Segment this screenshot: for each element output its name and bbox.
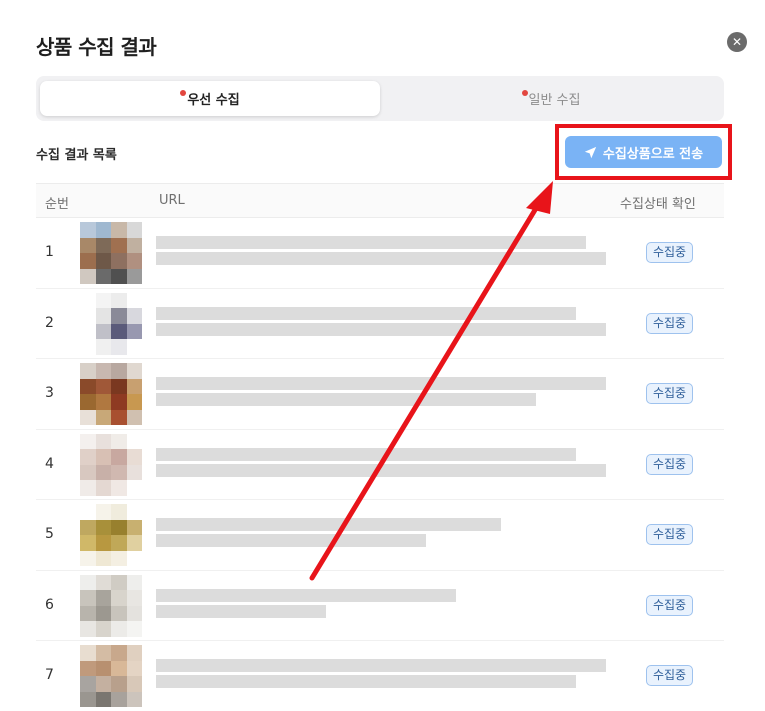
notification-dot — [521, 89, 528, 96]
collection-result-modal: 상품 수집 결과 ✕ 우선 수집 일반 수집 수집 결과 목록 수집상품으로 전… — [0, 0, 765, 711]
list-title: 수집 결과 목록 — [36, 148, 117, 163]
product-url-blurred[interactable] — [156, 588, 606, 623]
column-header-url: URL — [159, 193, 185, 208]
row-number: 3 — [45, 385, 54, 401]
product-url-blurred[interactable] — [156, 447, 606, 482]
product-url-blurred[interactable] — [156, 518, 606, 552]
send-to-products-button[interactable]: 수집상품으로 전송 — [565, 136, 722, 168]
product-thumbnail — [80, 292, 142, 355]
product-url-blurred[interactable] — [156, 659, 606, 693]
results-table: 순번 URL 수집상태 확인 1 수집중 2 수집중 3 수집중 4 수집중 5 수집중 6 수집중 7… — [36, 183, 724, 711]
product-url-blurred[interactable] — [156, 306, 606, 341]
row-number: 5 — [45, 526, 54, 542]
close-icon[interactable]: ✕ — [727, 32, 747, 52]
tab-bar: 우선 수집 일반 수집 — [36, 76, 724, 121]
modal-title: 상품 수집 결과 — [36, 35, 157, 59]
product-thumbnail — [80, 222, 142, 284]
status-badge[interactable]: 수집중 — [646, 312, 693, 334]
status-badge[interactable]: 수집중 — [646, 453, 693, 475]
table-header: 순번 URL 수집상태 확인 — [36, 183, 724, 218]
row-number: 6 — [45, 596, 54, 613]
send-icon — [584, 146, 597, 158]
product-thumbnail — [80, 645, 142, 707]
table-row: 3 수집중 — [36, 359, 724, 430]
row-number: 4 — [45, 455, 54, 472]
product-thumbnail — [80, 363, 142, 425]
column-header-number: 순번 — [45, 197, 69, 212]
highlight-box: 수집상품으로 전송 — [555, 124, 732, 180]
tab-label: 우선 수집 — [187, 93, 240, 108]
notification-dot — [180, 89, 187, 96]
row-number: 1 — [45, 244, 54, 260]
row-number: 2 — [45, 314, 54, 331]
product-thumbnail — [80, 433, 142, 496]
table-body: 1 수집중 2 수집중 3 수집중 4 수집중 5 수집중 6 수집중 7 수집중 — [36, 218, 724, 711]
table-row: 6 수집중 — [36, 571, 724, 641]
column-header-status: 수집상태 확인 — [620, 197, 696, 212]
tab-priority-collection[interactable]: 우선 수집 — [40, 81, 380, 116]
tab-general-collection[interactable]: 일반 수집 — [382, 81, 720, 116]
status-badge[interactable]: 수집중 — [646, 594, 693, 616]
row-number: 7 — [45, 667, 54, 683]
tab-label: 일반 수집 — [528, 93, 581, 108]
table-row: 5 수집중 — [36, 500, 724, 571]
product-url-blurred[interactable] — [156, 377, 606, 411]
table-row: 1 수집중 — [36, 218, 724, 289]
send-button-label: 수집상품으로 전송 — [602, 146, 704, 162]
product-thumbnail — [80, 504, 142, 566]
product-thumbnail — [80, 574, 142, 637]
status-badge[interactable]: 수집중 — [646, 242, 693, 263]
product-url-blurred[interactable] — [156, 236, 606, 270]
table-row: 7 수집중 — [36, 641, 724, 711]
status-badge[interactable]: 수집중 — [646, 524, 693, 545]
status-badge[interactable]: 수집중 — [646, 383, 693, 404]
table-row: 4 수집중 — [36, 430, 724, 500]
table-row: 2 수집중 — [36, 289, 724, 359]
status-badge[interactable]: 수집중 — [646, 665, 693, 686]
